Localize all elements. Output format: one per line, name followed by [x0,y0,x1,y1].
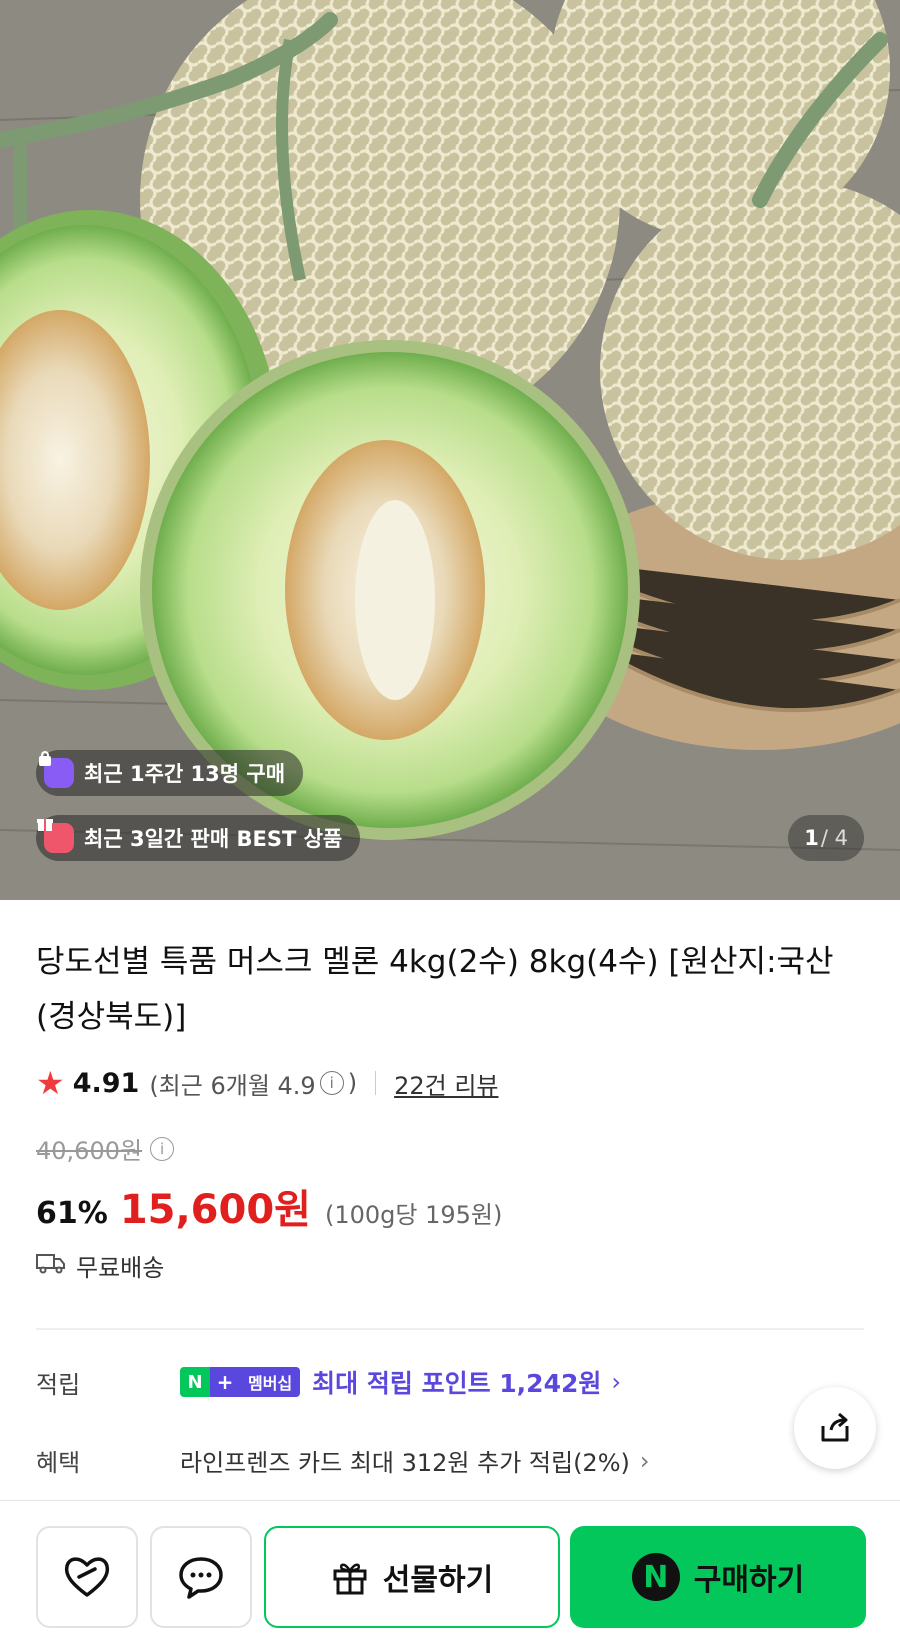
heart-icon [64,1557,110,1597]
product-title: 당도선별 특품 머스크 멜론 4kg(2수) 8kg(4수) [원산지:국산(경… [36,944,834,1035]
buy-button-label: 구매하기 [693,1563,805,1598]
recent-purchase-text: 최근 1주간 13명 구매 [84,762,286,786]
original-price: 40,600원 [36,1137,143,1165]
unit-price: (100g당 195원) [324,1201,503,1229]
image-counter-total: / 4 [820,826,848,850]
max-points-text: 최대 적립 포인트 1,242원 [312,1369,602,1398]
points-row[interactable]: 적립 N + 멤버십 최대 적립 포인트 1,242원 › [36,1364,621,1400]
share-icon [821,1412,849,1442]
chat-bubble-icon [179,1557,223,1599]
rating-score: 4.91 [72,1067,140,1099]
npay-membership-badge: N + 멤버십 [180,1367,301,1397]
original-price-row: 40,600원 i [36,1131,175,1166]
gift-icon [333,1563,367,1595]
product-image[interactable]: 최근 1주간 13명 구매 최근 3일간 판매 BEST 상품 1 / 4 [0,0,900,900]
share-button[interactable] [794,1387,876,1469]
card-benefit-text: 라인프렌즈 카드 최대 312원 추가 적립(2%) [180,1449,630,1477]
price-info-icon[interactable]: i [150,1136,175,1161]
rating-divider [375,1071,377,1095]
talktalk-button[interactable] [150,1526,252,1628]
gift-button[interactable]: 선물하기 [264,1526,560,1628]
points-label: 적립 [36,1370,81,1399]
info-icon[interactable]: i [319,1071,344,1095]
discount-rate: 61% [36,1196,108,1231]
price-row: 61% 15,600원 (100g당 195원) [36,1177,503,1233]
recent-rating-suffix: ) [347,1069,358,1097]
rating-row: ★ 4.91 (최근 6개월 4.9 i ) 22건 리뷰 [36,1063,499,1103]
chevron-right-icon: › [611,1368,621,1396]
best-product-text: 최근 3일간 판매 BEST 상품 [84,827,343,851]
image-counter: 1 / 4 [788,815,864,861]
shipping-text: 무료배송 [76,1254,165,1282]
naver-pay-logo-icon: N [631,1553,680,1601]
shopping-bag-icon [39,750,74,788]
star-icon: ★ [36,1064,65,1102]
image-counter-current: 1 [804,826,819,850]
section-divider [36,1328,864,1330]
sale-price: 15,600원 [119,1187,311,1233]
benefit-row[interactable]: 혜택 라인프렌즈 카드 최대 312원 추가 적립(2%) › [36,1443,649,1478]
truck-icon [36,1252,66,1280]
chevron-right-icon: › [639,1446,650,1475]
benefit-label: 혜택 [36,1449,81,1477]
recent-rating-prefix: (최근 6개월 4.9 [149,1071,316,1100]
gift-box-icon [37,819,74,853]
npay-n-logo: N [180,1367,210,1397]
gift-button-label: 선물하기 [382,1563,494,1598]
recent-purchase-badge: 최근 1주간 13명 구매 [36,750,304,796]
shipping-row: 무료배송 [36,1248,164,1283]
wishlist-button[interactable] [36,1526,138,1628]
best-product-badge: 최근 3일간 판매 BEST 상품 [36,815,361,861]
review-count-link[interactable]: 22건 리뷰 [394,1066,498,1101]
membership-label: 멤버십 [240,1367,301,1397]
npay-plus-icon: + [210,1367,240,1397]
buy-button[interactable]: N 구매하기 [570,1526,866,1628]
